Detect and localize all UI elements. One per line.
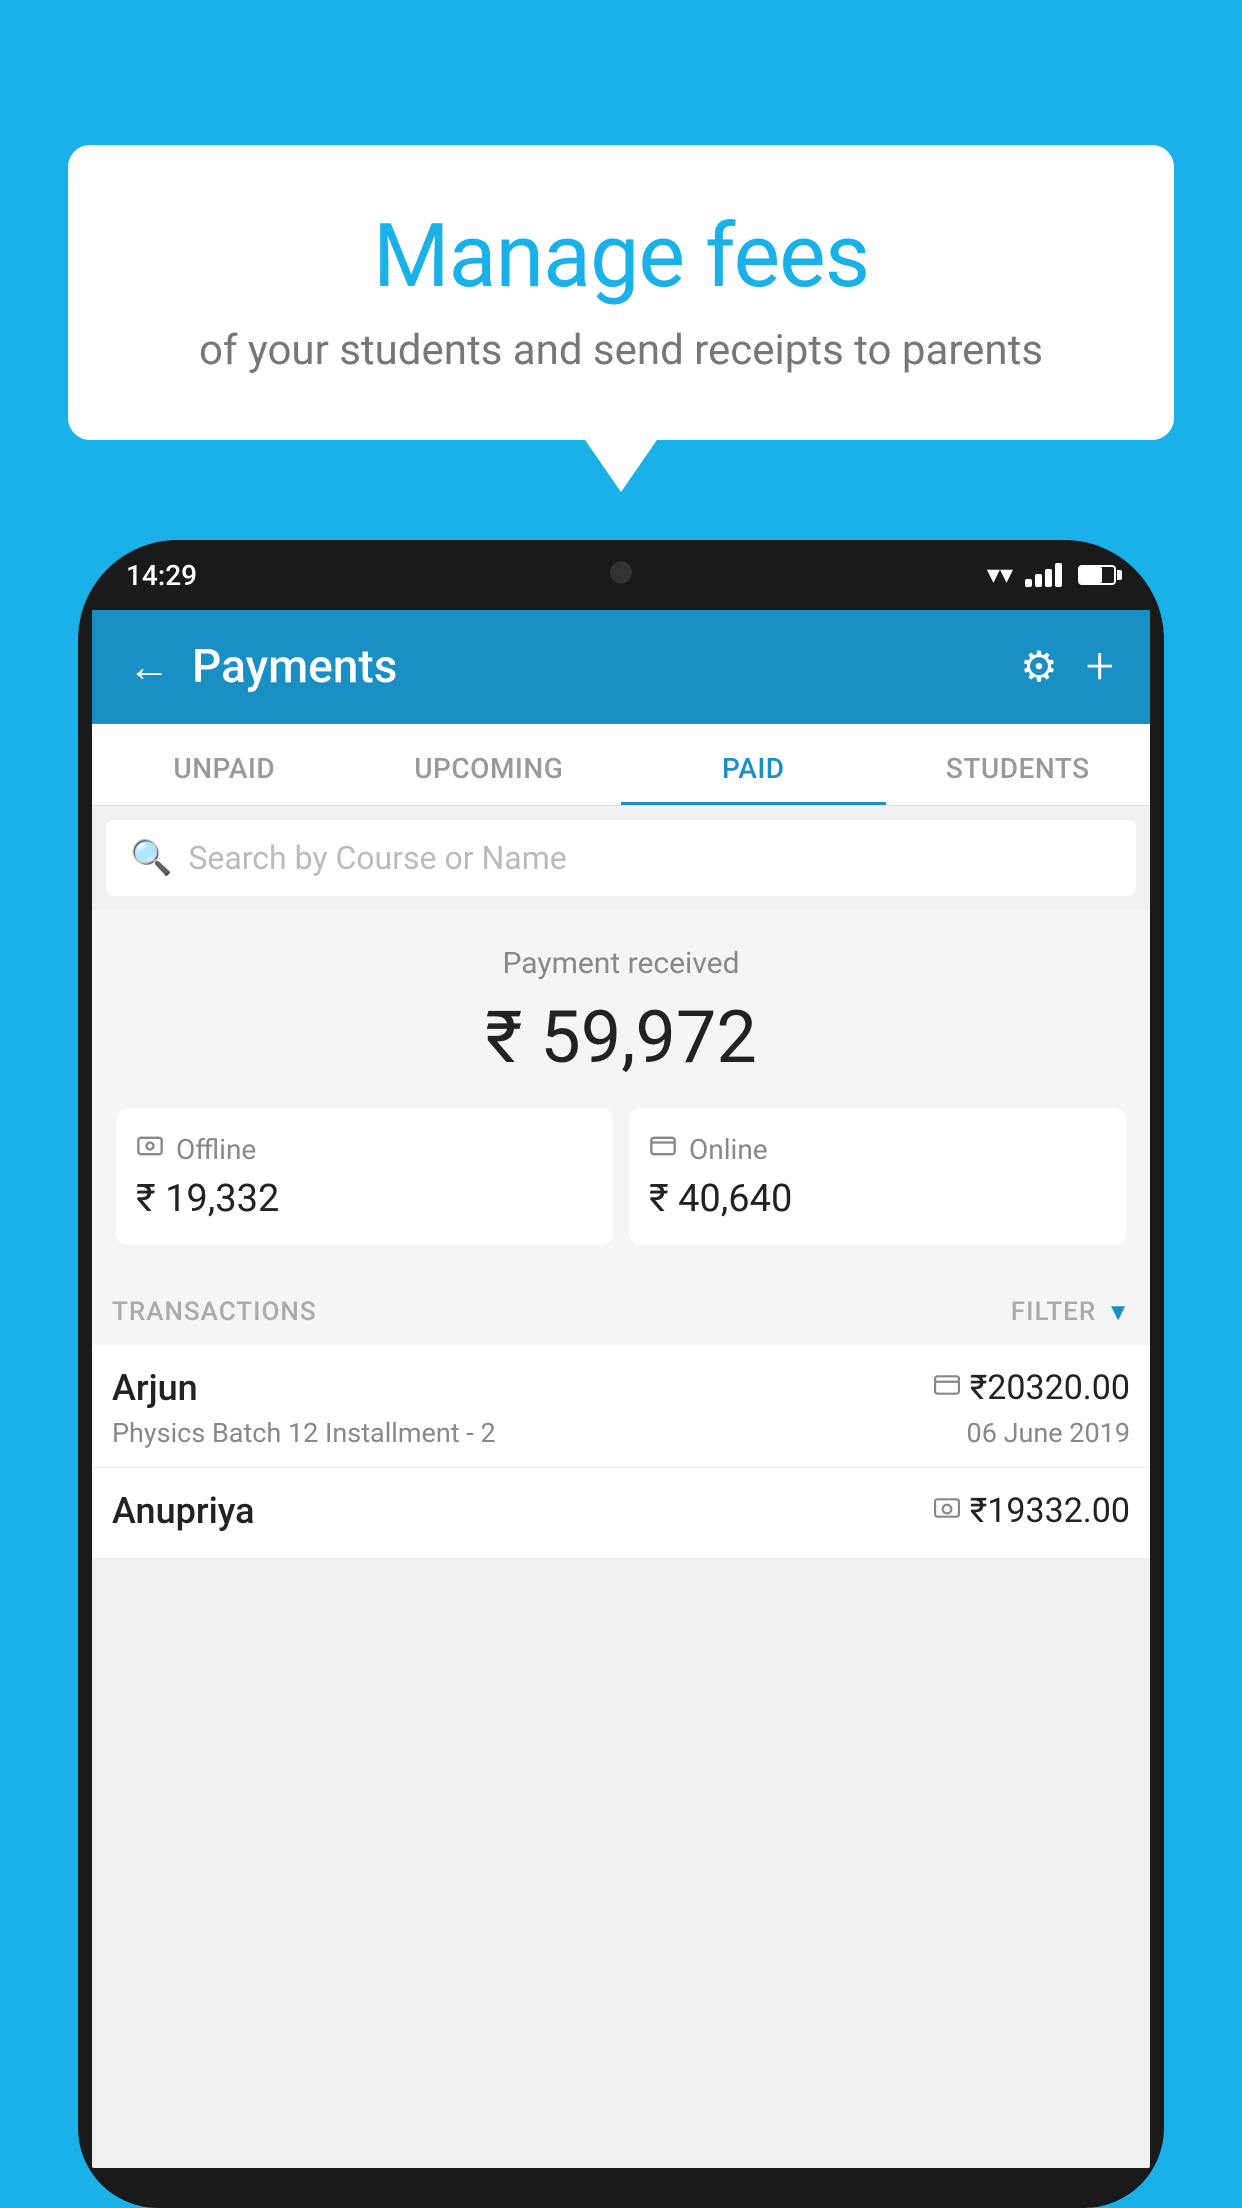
payment-total-amount: ₹ 59,972 <box>116 995 1126 1080</box>
offline-card-header: Offline <box>136 1132 593 1167</box>
transaction-date-1: 06 June 2019 <box>967 1417 1130 1449</box>
transactions-label: TRANSACTIONS <box>112 1297 317 1327</box>
online-card: Online ₹ 40,640 <box>629 1108 1126 1245</box>
tab-unpaid[interactable]: UNPAID <box>92 724 357 805</box>
search-input[interactable]: Search by Course or Name <box>188 839 566 877</box>
online-card-header: Online <box>649 1132 1106 1167</box>
tab-upcoming[interactable]: UPCOMING <box>357 724 622 805</box>
status-bar: 14:29 ▾▾ <box>78 540 1164 610</box>
front-camera <box>610 561 632 583</box>
transaction-amount-container-2: ₹19332.00 <box>934 1491 1130 1531</box>
payment-cards: Offline ₹ 19,332 Online <box>116 1108 1126 1245</box>
header-left: ← Payments <box>128 640 397 694</box>
tab-students[interactable]: STUDENTS <box>886 724 1151 805</box>
bubble-title: Manage fees <box>118 205 1124 308</box>
signal-icon <box>1025 563 1062 587</box>
filter-container[interactable]: FILTER ▼ <box>1011 1297 1130 1327</box>
phone-screen: ← Payments ⚙ + UNPAID UPCOMING PAID STUD… <box>92 610 1150 2168</box>
speech-bubble-container: Manage fees of your students and send re… <box>68 145 1174 440</box>
header-right: ⚙ + <box>1020 638 1114 696</box>
transaction-amount-1: ₹20320.00 <box>970 1368 1130 1408</box>
wifi-icon: ▾▾ <box>987 560 1013 590</box>
transactions-header: TRANSACTIONS FILTER ▼ <box>92 1273 1150 1345</box>
notch <box>541 540 701 595</box>
page-title: Payments <box>192 640 397 694</box>
table-row[interactable]: Anupriya ₹19332.00 <box>92 1468 1150 1559</box>
transaction-name-1: Arjun <box>112 1367 198 1409</box>
search-bar[interactable]: 🔍 Search by Course or Name <box>106 820 1136 896</box>
transaction-amount-container-1: ₹20320.00 <box>934 1368 1130 1408</box>
table-row[interactable]: Arjun ₹20320.00 Physics Batch 12 Install… <box>92 1345 1150 1468</box>
add-icon[interactable]: + <box>1086 638 1114 696</box>
filter-label: FILTER <box>1011 1297 1096 1327</box>
transaction-top-2: Anupriya ₹19332.00 <box>112 1490 1130 1532</box>
transaction-name-2: Anupriya <box>112 1490 255 1532</box>
app-header: ← Payments ⚙ + <box>92 610 1150 724</box>
tab-paid[interactable]: PAID <box>621 724 886 805</box>
online-icon <box>649 1132 677 1167</box>
settings-icon[interactable]: ⚙ <box>1020 642 1058 692</box>
online-amount: ₹ 40,640 <box>649 1177 1106 1221</box>
speech-bubble: Manage fees of your students and send re… <box>68 145 1174 440</box>
back-button[interactable]: ← <box>128 643 170 692</box>
tabs-bar: UNPAID UPCOMING PAID STUDENTS <box>92 724 1150 806</box>
offline-icon <box>136 1132 164 1167</box>
payment-received-label: Payment received <box>116 946 1126 981</box>
phone-frame: 14:29 ▾▾ ← Payments ⚙ <box>78 540 1164 2208</box>
bubble-subtitle: of your students and send receipts to pa… <box>118 326 1124 375</box>
status-icons: ▾▾ <box>987 560 1116 590</box>
online-payment-icon-1 <box>934 1373 960 1403</box>
status-time: 14:29 <box>126 559 197 592</box>
offline-label: Offline <box>176 1133 256 1166</box>
offline-payment-icon-2 <box>934 1496 960 1526</box>
transaction-amount-2: ₹19332.00 <box>970 1491 1130 1531</box>
transaction-top-1: Arjun ₹20320.00 <box>112 1367 1130 1409</box>
offline-amount: ₹ 19,332 <box>136 1177 593 1221</box>
battery-icon <box>1078 565 1116 585</box>
online-label: Online <box>689 1133 768 1166</box>
offline-card: Offline ₹ 19,332 <box>116 1108 613 1245</box>
search-icon: 🔍 <box>130 838 172 878</box>
payment-summary: Payment received ₹ 59,972 Offline <box>92 910 1150 1273</box>
filter-icon: ▼ <box>1106 1298 1130 1327</box>
transaction-bottom-1: Physics Batch 12 Installment - 2 06 June… <box>112 1417 1130 1449</box>
transaction-course-1: Physics Batch 12 Installment - 2 <box>112 1417 496 1449</box>
